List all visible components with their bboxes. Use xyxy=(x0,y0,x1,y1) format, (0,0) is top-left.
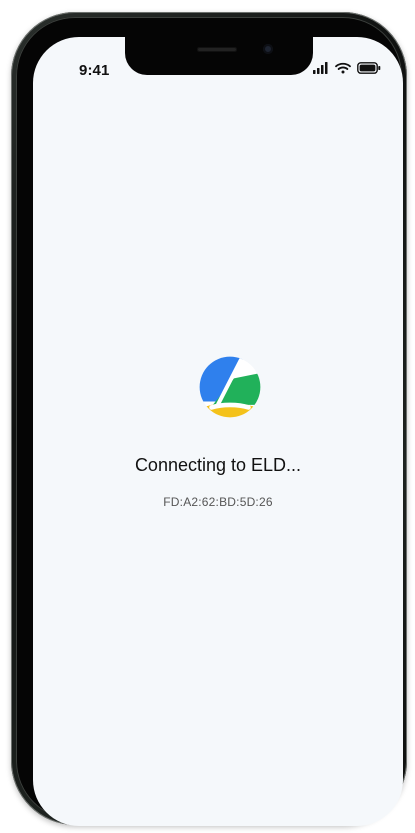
front-camera xyxy=(263,44,273,54)
signal-icon xyxy=(313,62,328,74)
device-id-text: FD:A2:62:BD:5D:26 xyxy=(163,495,273,509)
speaker-grille xyxy=(197,47,237,52)
battery-icon xyxy=(357,62,381,74)
connecting-screen: 9:41 Connecting to ELD... FD:A2:62:BD:5D… xyxy=(33,37,403,826)
status-icons xyxy=(313,61,381,75)
app-logo-icon xyxy=(199,356,261,418)
status-time: 9:41 xyxy=(79,62,110,79)
phone-screen: 9:41 Connecting to ELD... FD:A2:62:BD:5D… xyxy=(33,37,403,826)
wifi-icon xyxy=(335,62,351,74)
connection-status-text: Connecting to ELD... xyxy=(134,455,302,475)
phone-notch xyxy=(125,37,313,75)
phone-frame: 9:41 Connecting to ELD... FD:A2:62:BD:5D… xyxy=(11,12,407,826)
